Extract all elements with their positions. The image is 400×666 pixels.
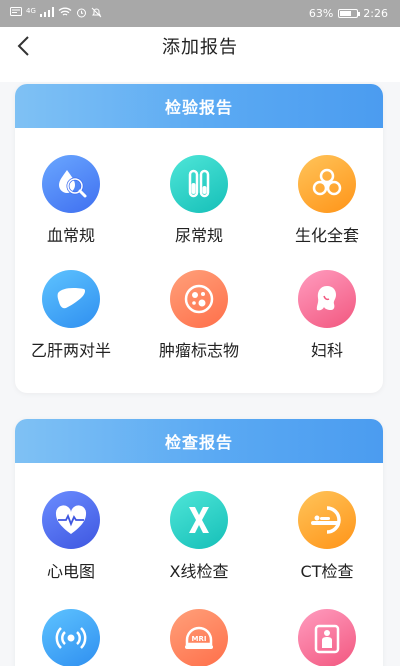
back-button[interactable] [10, 31, 36, 61]
message-icon [10, 7, 22, 20]
item-body-scan[interactable] [266, 609, 388, 666]
status-icons-right: 63% 2:26 [309, 7, 388, 20]
item-label: CT检查 [300, 562, 354, 581]
item-label: 肿瘤标志物 [158, 341, 239, 360]
item-xray[interactable]: X线检查 [138, 491, 260, 582]
status-icons-left: 4G [10, 7, 102, 21]
nav-spacer [0, 65, 400, 82]
heart-ecg-icon [42, 491, 100, 549]
exam-report-card: 检查报告 心电图 X线检查 CT检查 MRI [15, 419, 383, 666]
svg-text:MRI: MRI [192, 635, 207, 643]
item-ecg[interactable]: 心电图 [10, 491, 132, 582]
lab-report-card: 检验报告 血常规 尿常规 生化全套 乙肝两对半 肿瘤标志物 妇科 [15, 84, 383, 393]
test-tubes-icon [170, 155, 228, 213]
page-title: 添加报告 [162, 37, 238, 58]
exam-report-header: 检查报告 [15, 419, 383, 463]
mute-icon [91, 7, 102, 21]
item-ultrasound[interactable] [10, 609, 132, 666]
lab-report-header: 检验报告 [15, 84, 383, 128]
item-hepatitis-b[interactable]: 乙肝两对半 [10, 270, 132, 361]
item-mri[interactable]: MRI [138, 609, 260, 666]
item-biochemistry[interactable]: 生化全套 [266, 155, 388, 246]
network-type-label: 4G [26, 6, 36, 15]
item-label: X线检查 [169, 562, 229, 581]
battery-icon [338, 9, 361, 18]
item-blood-routine[interactable]: 血常规 [10, 155, 132, 246]
ultrasound-icon [42, 609, 100, 666]
battery-percent: 63% [308, 7, 334, 20]
item-urine-routine[interactable]: 尿常规 [138, 155, 260, 246]
woman-icon [298, 270, 356, 328]
cell-icon [170, 270, 228, 328]
item-label: 血常规 [46, 226, 95, 245]
ct-scanner-icon [298, 491, 356, 549]
status-bar: 4G 63% 2:26 [0, 0, 400, 27]
liver-icon [42, 270, 100, 328]
alarm-icon [76, 7, 87, 21]
item-label: 妇科 [310, 341, 343, 360]
body-scan-icon [298, 609, 356, 666]
clock: 2:26 [363, 7, 388, 20]
item-label: 生化全套 [294, 226, 359, 245]
item-label: 心电图 [46, 562, 95, 581]
item-gynecology[interactable]: 妇科 [266, 270, 388, 361]
wifi-icon [58, 7, 72, 20]
item-ct[interactable]: CT检查 [266, 491, 388, 582]
nav-bar: 添加报告 [0, 27, 400, 65]
item-label: 尿常规 [174, 226, 223, 245]
signal-icon [39, 7, 54, 20]
mri-icon: MRI [170, 609, 228, 666]
biohazard-icon [298, 155, 356, 213]
item-tumor-markers[interactable]: 肿瘤标志物 [138, 270, 260, 361]
chevron-left-icon [17, 36, 29, 56]
x-ray-icon [170, 491, 228, 549]
item-label: 乙肝两对半 [30, 341, 111, 360]
blood-test-icon [42, 155, 100, 213]
